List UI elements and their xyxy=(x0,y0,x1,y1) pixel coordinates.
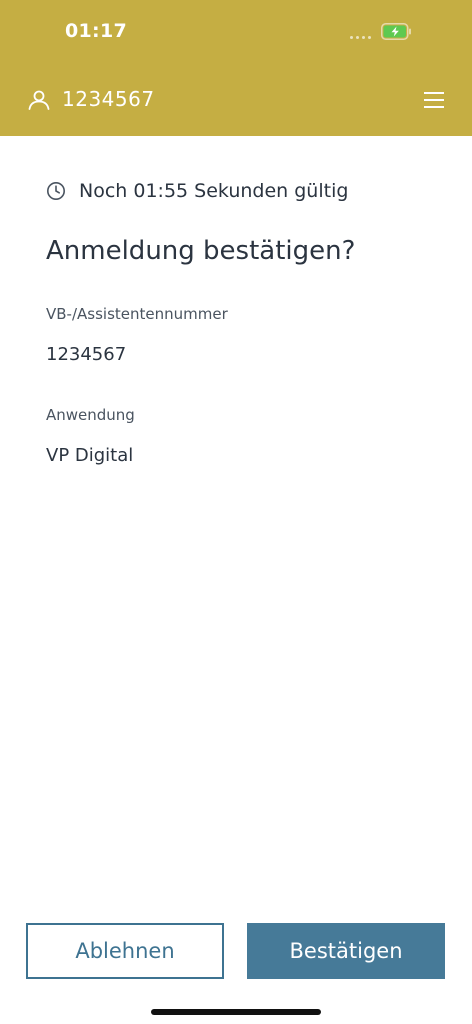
timer-text: Noch 01:55 Sekunden gültig xyxy=(79,180,349,202)
app-screen: 01:17 1234567 Noch 01:55 Sekunden gültig xyxy=(0,0,472,1024)
field-label-vb-number: VB-/Assistentennummer xyxy=(46,305,228,323)
reject-button[interactable]: Ablehnen xyxy=(26,923,224,979)
top-bar: 01:17 1234567 xyxy=(0,0,472,136)
validity-timer: Noch 01:55 Sekunden gültig xyxy=(46,180,348,202)
user-icon xyxy=(28,90,50,110)
header-user-id: 1234567 xyxy=(62,87,155,111)
field-value-vb-number: 1234567 xyxy=(46,344,127,365)
home-indicator[interactable] xyxy=(151,1009,321,1015)
confirm-button[interactable]: Bestätigen xyxy=(247,923,445,979)
field-value-application: VP Digital xyxy=(46,445,134,466)
battery-charging-icon xyxy=(381,23,411,40)
clock-icon xyxy=(47,182,65,200)
cellular-signal-icon xyxy=(350,36,371,39)
field-label-application: Anwendung xyxy=(46,406,135,424)
page-title: Anmeldung bestätigen? xyxy=(46,236,356,266)
menu-icon[interactable] xyxy=(422,89,446,111)
status-time: 01:17 xyxy=(65,20,127,42)
